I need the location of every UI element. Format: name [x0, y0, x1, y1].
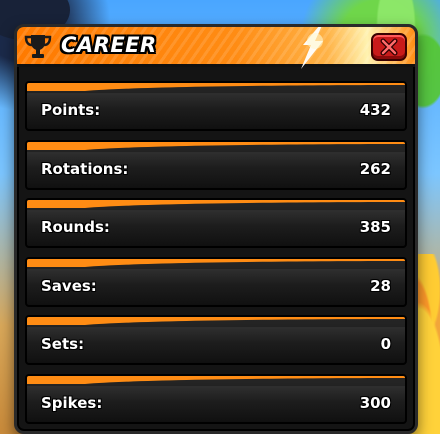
- stat-value: 385: [359, 218, 391, 237]
- stat-label: Spikes:: [41, 393, 103, 412]
- close-icon[interactable]: [380, 38, 398, 56]
- stat-row-saves: Saves: 28: [25, 256, 407, 307]
- stat-label: Points:: [41, 101, 101, 119]
- stat-row-points: Points: 432: [25, 81, 407, 131]
- stat-row-sets: Sets: 0: [25, 315, 407, 366]
- row-accent: [27, 200, 405, 209]
- trophy-icon: [24, 35, 52, 58]
- sparkle-icon: [301, 27, 323, 69]
- row-accent: [27, 141, 405, 150]
- row-accent: [27, 375, 405, 384]
- stat-value: 28: [370, 276, 391, 295]
- stat-label: Rotations:: [41, 159, 129, 178]
- stat-row-rotations: Rotations: 262: [25, 139, 407, 190]
- stat-value: 432: [359, 101, 391, 119]
- stat-label: Saves:: [41, 276, 97, 295]
- stat-row-rounds: Rounds: 385: [25, 198, 407, 249]
- row-accent: [27, 83, 405, 91]
- game-scene: CAREER Points: 432 Rotations: 262 Rounds…: [0, 0, 440, 434]
- row-accent: [27, 317, 405, 326]
- close-button[interactable]: [371, 33, 407, 61]
- stat-label: Rounds:: [41, 218, 110, 237]
- stat-value: 0: [380, 335, 391, 354]
- page-title: CAREER: [61, 33, 157, 57]
- career-stats-list: Points: 432 Rotations: 262 Rounds: 385 S…: [25, 81, 407, 431]
- career-header: CAREER: [17, 27, 415, 69]
- career-panel: CAREER Points: 432 Rotations: 262 Rounds…: [14, 24, 418, 434]
- stat-label: Sets:: [41, 335, 85, 354]
- stat-row-spikes: Spikes: 300: [25, 373, 407, 424]
- row-accent: [27, 258, 405, 267]
- stat-value: 262: [359, 159, 391, 178]
- stat-value: 300: [359, 393, 391, 412]
